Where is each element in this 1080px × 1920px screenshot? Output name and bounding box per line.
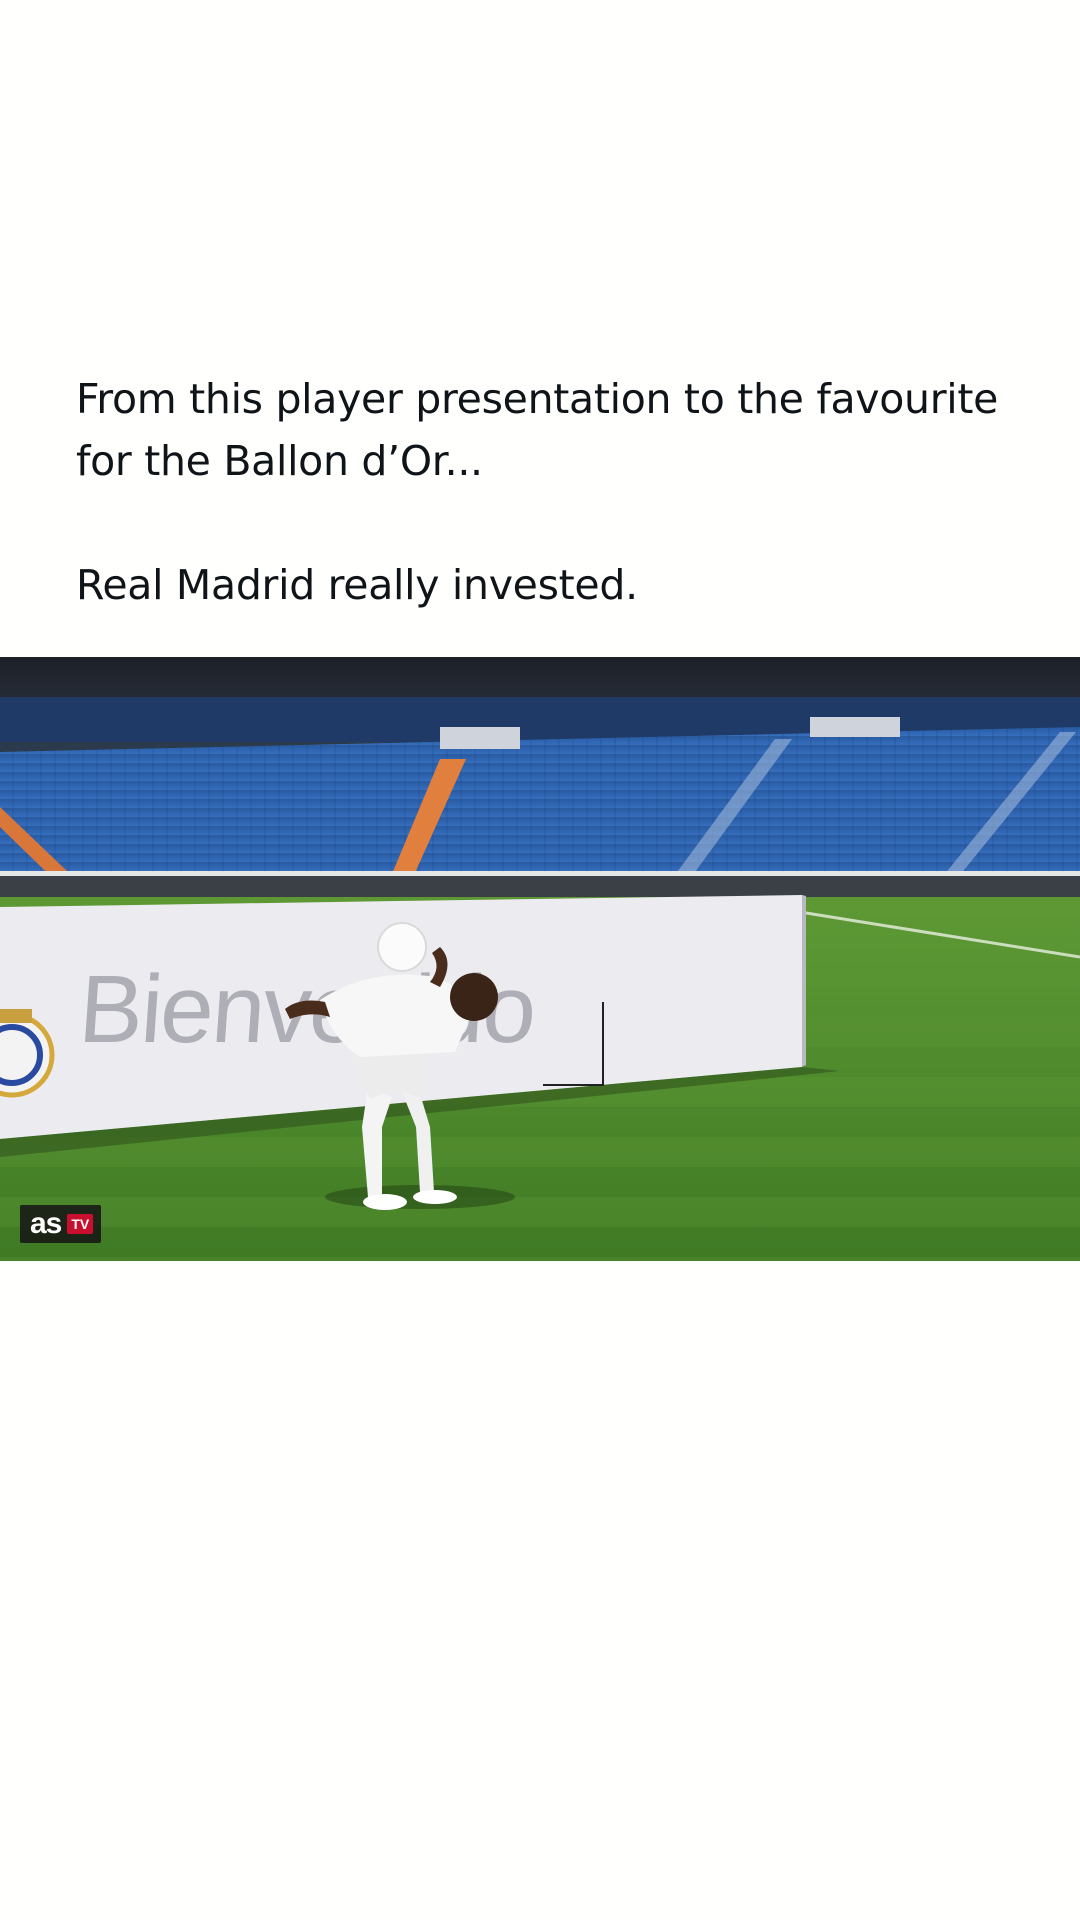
- post-caption: From this player presentation to the fav…: [76, 368, 1036, 616]
- watermark-tv-badge: TV: [67, 1214, 94, 1234]
- video-frame: Bienvenido: [0, 657, 1080, 1261]
- watermark-brand: as: [30, 1207, 62, 1240]
- caption-line-3: Real Madrid really invested.: [76, 561, 638, 609]
- as-tv-watermark: as TV: [20, 1205, 102, 1243]
- stadium-seats: [0, 727, 1080, 895]
- press-box-right: [810, 717, 900, 737]
- caption-line-1: From this player presentation to the fav…: [76, 375, 999, 423]
- caption-line-2: for the Ballon d’Or...: [76, 437, 483, 485]
- press-box: [440, 727, 520, 749]
- banner-edge: [802, 895, 806, 1067]
- video-player[interactable]: Bienvenido as TV: [0, 657, 1080, 1261]
- barrier-top: [0, 871, 1080, 876]
- post-page: From this player presentation to the fav…: [0, 0, 1080, 1920]
- pitch-barrier: [0, 875, 1080, 899]
